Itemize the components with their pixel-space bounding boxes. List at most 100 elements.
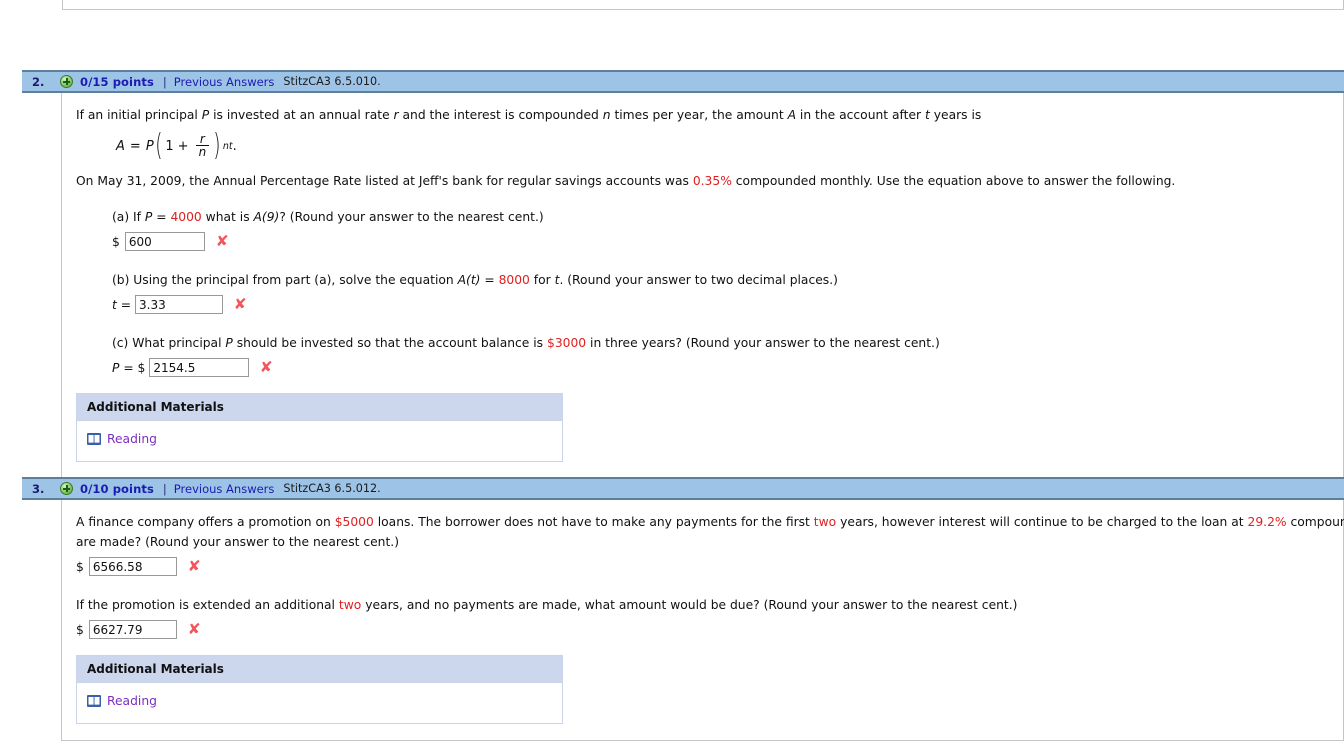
intro-statement-2: If an initial principal P is invested at…	[76, 105, 1343, 125]
part-b-answer-row: t = ✘	[112, 295, 1343, 314]
formula-lhs: A	[116, 138, 125, 154]
q3-loan-amount: $5000	[334, 515, 374, 529]
previous-answers-link-2[interactable]: Previous Answers	[174, 75, 275, 89]
plus-circle-icon[interactable]	[60, 482, 73, 495]
incorrect-x-icon: ✘	[187, 620, 201, 638]
additional-materials-title-2: Additional Materials	[77, 394, 562, 421]
intro-text-c: and the interest is compounded	[398, 108, 603, 122]
formula-equals: =	[129, 138, 141, 154]
q3-years-value: two	[813, 515, 837, 529]
var-a: A	[787, 108, 796, 122]
q3-followup-text-2: years, and no payments are made, what am…	[361, 598, 1018, 612]
question-number-2: 2.	[32, 74, 45, 89]
part-c-text-3: in three years? (Round your answer to th…	[586, 336, 940, 350]
incorrect-x-icon: ✘	[260, 358, 274, 376]
part-b-text-2: =	[480, 273, 499, 287]
q3-answer-1-input[interactable]	[88, 557, 177, 576]
question-block-2: 2. 0/15 points | Previous Answers StitzC…	[22, 70, 1344, 479]
context-text-pre: On May 31, 2009, the Annual Percentage R…	[76, 174, 693, 188]
fraction-numerator: r	[199, 132, 205, 146]
reading-link-label-3: Reading	[107, 694, 157, 708]
formula-exponent: nt	[222, 140, 233, 152]
question-part-a: (a) If P = 4000 what is A(9)? (Round you…	[112, 207, 1343, 251]
part-c-answer-input[interactable]	[149, 358, 250, 377]
compound-interest-formula: A = P ( 1 + r n ) nt .	[116, 128, 237, 163]
question-reference-3: StitzCA3 6.5.012.	[283, 482, 381, 495]
reading-link-2[interactable]: Reading	[87, 432, 157, 446]
additional-materials-panel-3: Additional Materials Reading	[76, 655, 563, 724]
points-label-2: 0/15 points	[80, 74, 154, 89]
var-n: n	[602, 108, 611, 122]
incorrect-x-icon: ✘	[215, 232, 229, 250]
part-c-p-label: P = $	[112, 360, 146, 375]
formula-period: .	[232, 138, 237, 154]
reading-link-3[interactable]: Reading	[87, 694, 157, 708]
part-a-text-4: ? (Round your answer to the nearest cent…	[279, 210, 544, 224]
question-3-answer-row-2: $ ✘	[76, 620, 1343, 639]
incorrect-x-icon: ✘	[187, 557, 201, 575]
context-rate-value: 0.35%	[692, 174, 732, 188]
q3-rate-value: 29.2%	[1247, 515, 1287, 529]
q3-text-2: loans. The borrower does not have to mak…	[373, 515, 814, 529]
part-b-t-label: t =	[112, 297, 132, 312]
part-a-dollar-label: $	[112, 234, 120, 249]
part-a-value: 4000	[170, 210, 202, 224]
header-separator-3: |	[162, 481, 167, 496]
intro-text-a: If an initial principal	[76, 108, 202, 122]
question-block-3: 3. 0/10 points | Previous Answers StitzC…	[22, 477, 1344, 741]
q3-text-1: A finance company offers a promotion on	[76, 515, 335, 529]
book-icon	[87, 433, 101, 445]
part-b-prompt: (b) Using the principal from part (a), s…	[112, 270, 1343, 290]
formula-one: 1	[165, 138, 174, 154]
question-body-2: If an initial principal P is invested at…	[61, 93, 1344, 479]
formula-p: P	[145, 138, 154, 154]
part-b-text-1: (b) Using the principal from part (a), s…	[112, 273, 458, 287]
question-3-statement: A finance company offers a promotion on …	[76, 512, 1344, 552]
q3-text-3: years, however interest will continue to…	[836, 515, 1248, 529]
part-b-var-1: A(t)	[457, 273, 481, 287]
question-3-statement-line-1: A finance company offers a promotion on …	[76, 512, 1344, 532]
part-c-answer-row: P = $ ✘	[112, 358, 1343, 377]
part-c-var-1: P	[225, 336, 233, 350]
part-c-text-1: (c) What principal	[112, 336, 226, 350]
question-3-followup-prompt: If the promotion is extended an addition…	[76, 595, 1343, 615]
question-part-b: (b) Using the principal from part (a), s…	[112, 270, 1343, 314]
question-reference-2: StitzCA3 6.5.010.	[283, 75, 381, 88]
previous-question-box-tail	[62, 0, 1344, 10]
q3-text-4: compounded continuously. What amount wil…	[1290, 515, 1344, 529]
intro-text-b: is invested at an annual rate	[209, 108, 394, 122]
intro-text-f: years is	[929, 108, 982, 122]
intro-text-d: times per year, the amount	[610, 108, 788, 122]
fraction-denominator: n	[198, 145, 207, 159]
part-a-prompt: (a) If P = 4000 what is A(9)? (Round you…	[112, 207, 1343, 227]
book-icon	[87, 695, 101, 707]
part-b-answer-input[interactable]	[135, 295, 224, 314]
previous-answers-link-3[interactable]: Previous Answers	[174, 482, 275, 496]
incorrect-x-icon: ✘	[233, 295, 247, 313]
question-header-3: 3. 0/10 points | Previous Answers StitzC…	[22, 477, 1344, 500]
q3-answer-2-input[interactable]	[88, 620, 177, 639]
part-a-text-2: =	[152, 210, 171, 224]
plus-circle-icon[interactable]	[60, 75, 73, 88]
context-text-post: compounded monthly. Use the equation abo…	[731, 174, 1176, 188]
q3-followup-years: two	[338, 598, 362, 612]
question-part-c: (c) What principal P should be invested …	[112, 333, 1343, 377]
part-a-answer-input[interactable]	[124, 232, 205, 251]
part-a-var-2: A(9)	[253, 210, 280, 224]
header-separator-2: |	[162, 74, 167, 89]
additional-materials-title-3: Additional Materials	[77, 656, 562, 683]
q3-answer-1-dollar-label: $	[76, 559, 84, 574]
part-b-text-4: . (Round your answer to two decimal plac…	[559, 273, 838, 287]
part-c-text-2: should be invested so that the account b…	[232, 336, 547, 350]
part-a-text-1: (a) If	[112, 210, 145, 224]
additional-materials-body-2: Reading	[77, 421, 562, 461]
question-3-statement-line-2: are made? (Round your answer to the near…	[76, 535, 399, 549]
additional-materials-body-3: Reading	[77, 683, 562, 723]
reading-link-label-2: Reading	[107, 432, 157, 446]
additional-materials-panel-2: Additional Materials Reading	[76, 393, 563, 462]
question-body-3: A finance company offers a promotion on …	[61, 500, 1344, 741]
q3-followup-text-1: If the promotion is extended an addition…	[76, 598, 339, 612]
formula-plus: +	[177, 138, 189, 154]
part-c-prompt: (c) What principal P should be invested …	[112, 333, 1343, 353]
question-header-2: 2. 0/15 points | Previous Answers StitzC…	[22, 70, 1344, 93]
